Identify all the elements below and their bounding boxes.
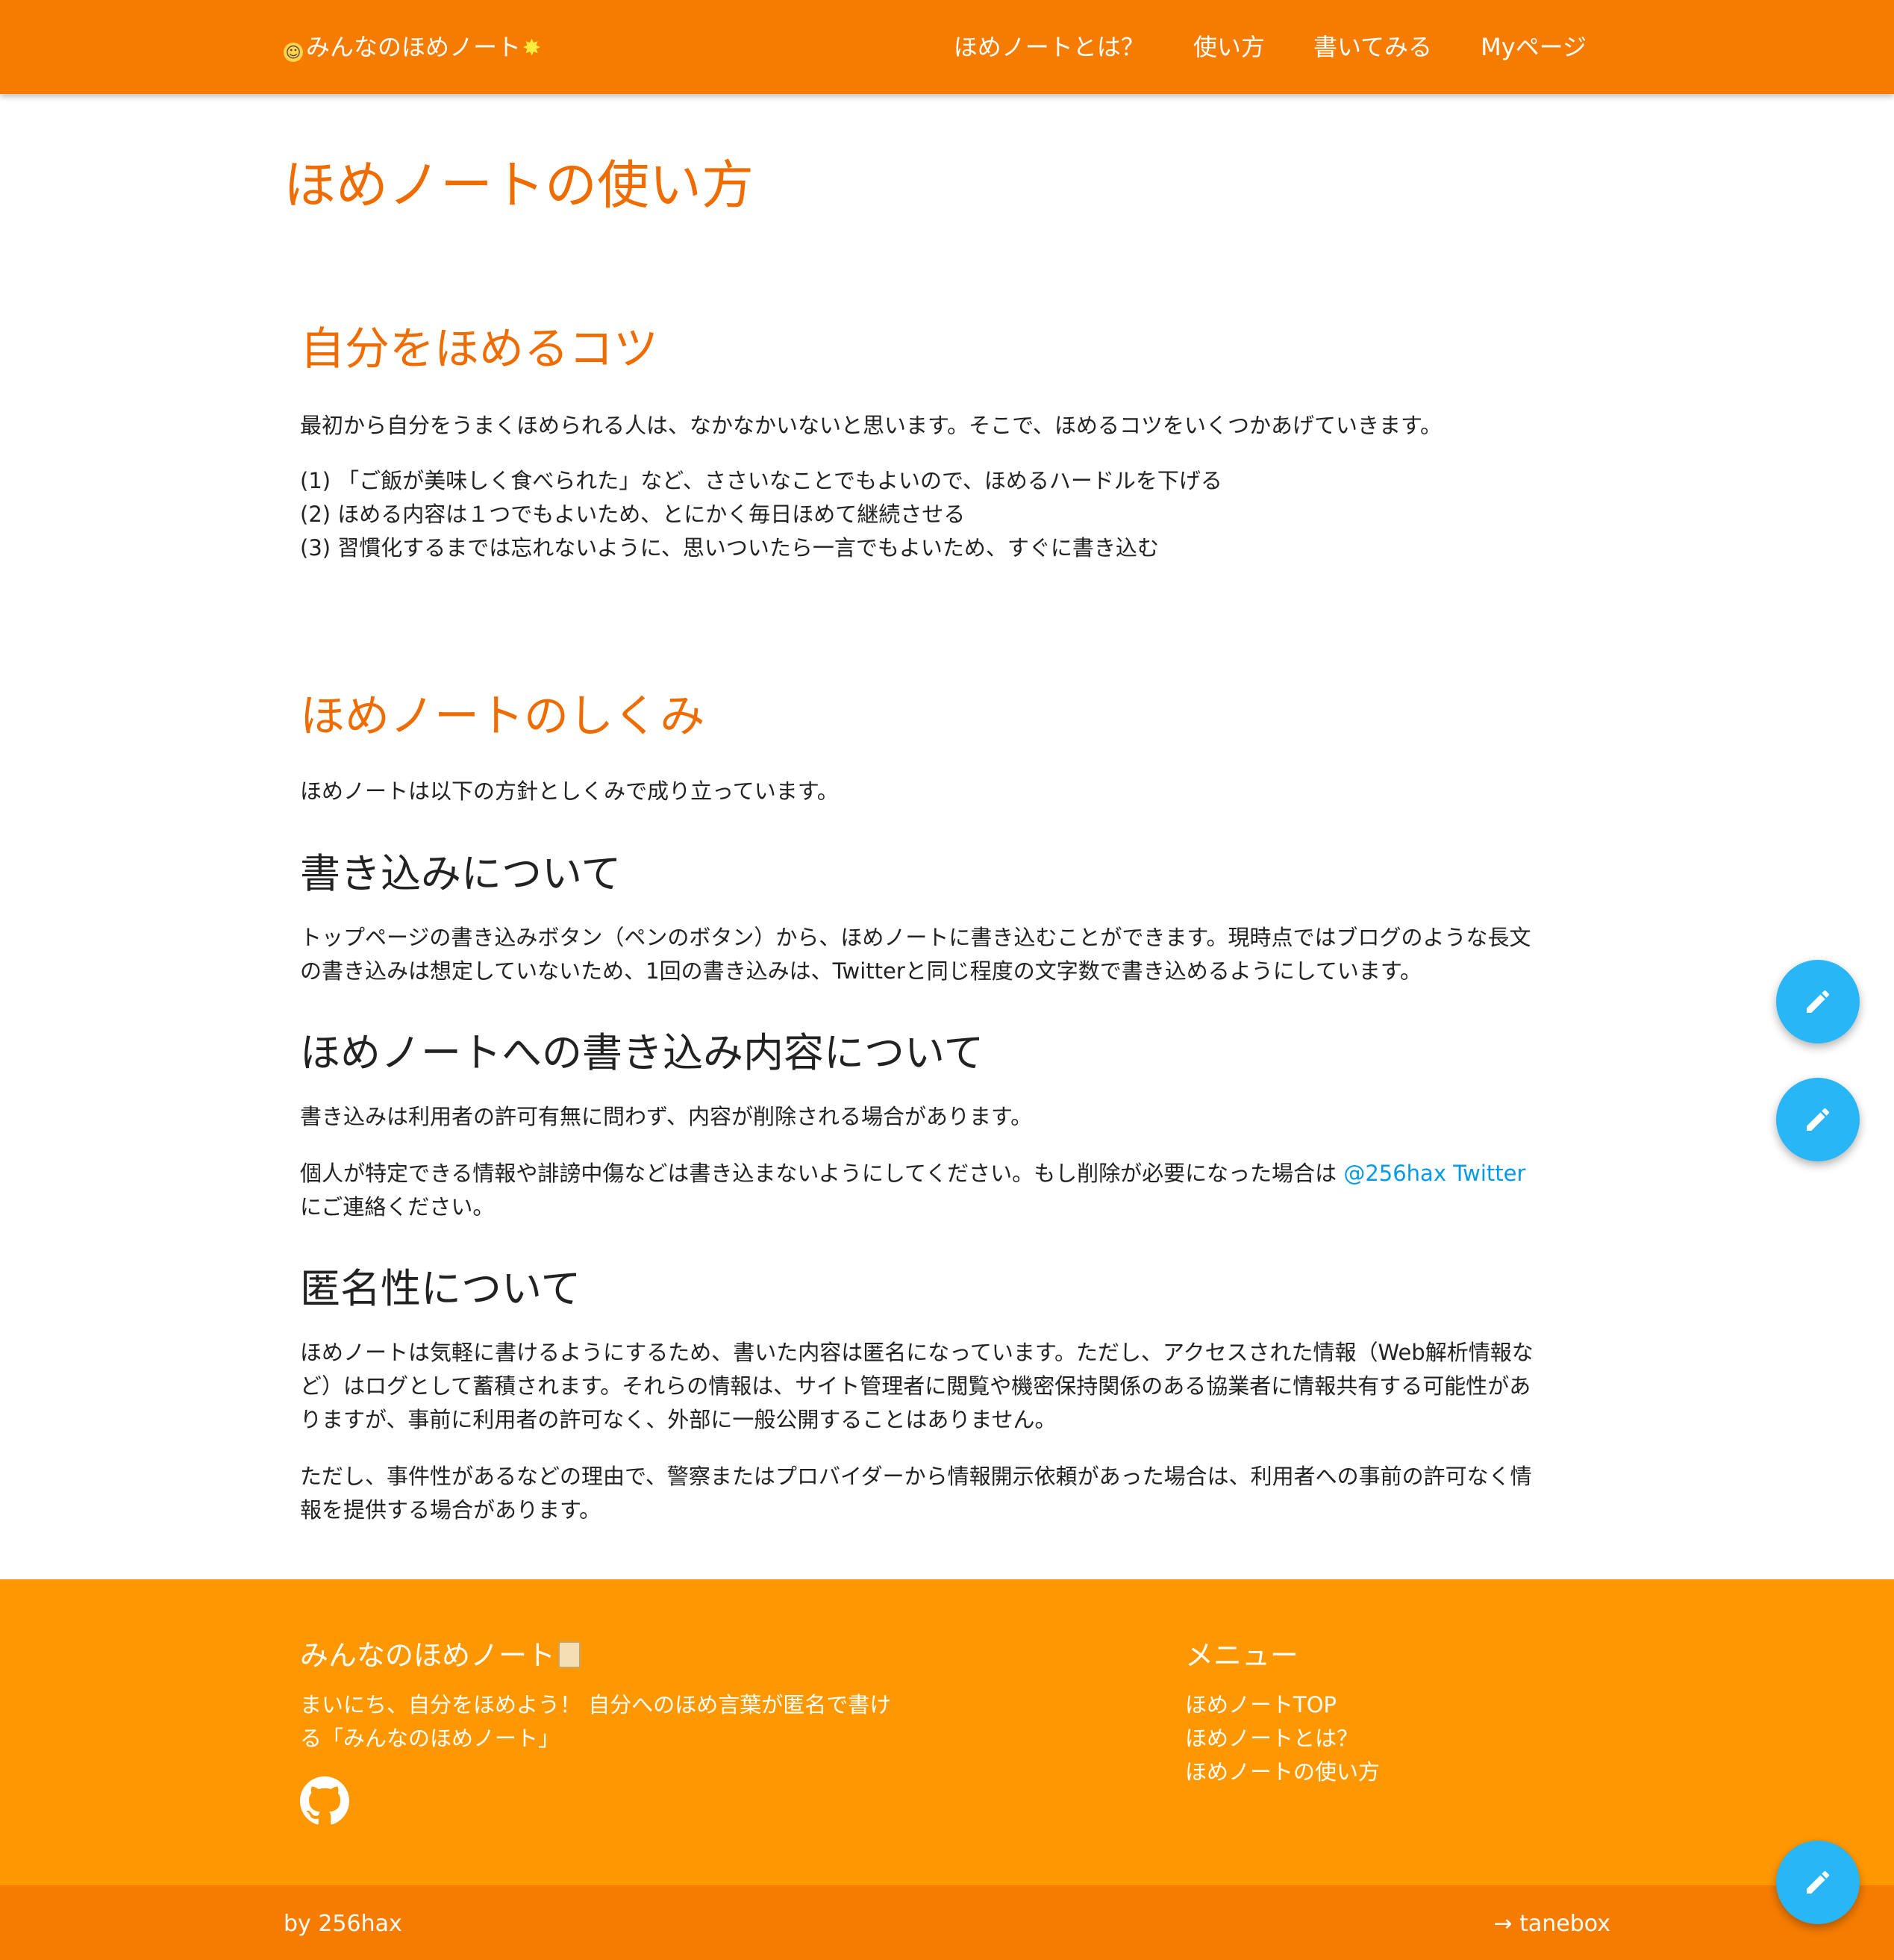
- footer: みんなのほめノート まいにち、自分をほめよう！ 自分へのほめ言葉が匿名で書け る…: [0, 1579, 1894, 1885]
- list-item: (3) 習慣化するまでは忘れないように、思いついたら一言でもよいため、すぐに書き…: [300, 535, 1159, 561]
- write-fab-button-partial: [1761, 1075, 1881, 1194]
- footer-title: みんなのほめノート: [300, 1635, 581, 1676]
- write-fab-button-bottom[interactable]: [1776, 1841, 1860, 1924]
- footer-menu: ほめノートTOP ほめノートとは？ ほめノートの使い方: [1185, 1688, 1380, 1789]
- author-credit: by 256hax: [284, 1911, 402, 1937]
- section-title-mechanism: ほめノートのしくみ: [300, 690, 705, 743]
- footer-description: まいにち、自分をほめよう！ 自分へのほめ言葉が匿名で書け る「みんなのほめノート…: [300, 1692, 892, 1751]
- anonymity-paragraph-2: ただし、事件性があるなどの理由で、警察またはプロバイダーから情報開示依頼があった…: [300, 1464, 1532, 1523]
- subsection-title-anonymity: 匿名性について: [300, 1265, 581, 1312]
- tanebox-link[interactable]: → tanebox: [1493, 1908, 1610, 1941]
- footer-link-usage[interactable]: ほめノートの使い方: [1185, 1755, 1380, 1789]
- page-title: ほめノートの使い方: [284, 155, 754, 216]
- writing-paragraph: トップページの書き込みボタン（ペンのボタン）から、ほめノートに書き込むことができ…: [300, 925, 1531, 984]
- subsection-title-content: ほめノートへの書き込み内容について: [300, 1029, 984, 1076]
- top-navbar: ☺ みんなのほめノート✸ ほめノートとは？ 使い方 書いてみる Myページ: [0, 0, 1894, 94]
- nav-link-about[interactable]: ほめノートとは？: [954, 30, 1145, 64]
- brand-title: みんなのほめノート: [306, 33, 522, 61]
- mechanism-intro: ほめノートは以下の方針としくみで成り立っています。: [300, 778, 839, 804]
- content-paragraph-1: 書き込みは利用者の許可有無に問わず、内容が削除される場合があります。: [300, 1104, 1033, 1129]
- nav-link-write[interactable]: 書いてみる: [1313, 30, 1432, 64]
- section-title-tips: 自分をほめるコツ: [300, 323, 658, 375]
- subsection-title-writing: 書き込みについて: [300, 850, 622, 897]
- pencil-icon: [1807, 1108, 1830, 1131]
- tips-intro: 最初から自分をうまくほめられる人は、なかなかいないと思います。そこで、ほめるコツ…: [300, 413, 1443, 438]
- nav-menu: ほめノートとは？ 使い方 書いてみる Myページ: [909, 30, 1587, 64]
- content-paragraph-2: 個人が特定できる情報や誹謗中傷などは書き込まないようにしてください。もし削除が必…: [300, 1161, 1526, 1220]
- book-icon: [558, 1641, 581, 1668]
- tips-list: (1) 「ご飯が美味しく食べられた」など、ささいなことでもよいので、ほめるハード…: [300, 464, 1584, 565]
- nav-link-mypage[interactable]: Myページ: [1481, 30, 1587, 64]
- write-fab-button-2[interactable]: [1776, 1078, 1860, 1161]
- smiling-face-icon: ☺: [284, 43, 303, 62]
- twitter-link[interactable]: @256hax Twitter: [1343, 1161, 1525, 1186]
- anonymity-paragraph-1: ほめノートは気軽に書けるようにするため、書いた内容は匿名になっています。ただし、…: [300, 1340, 1534, 1432]
- nav-link-usage[interactable]: 使い方: [1193, 30, 1265, 64]
- footer-link-about[interactable]: ほめノートとは？: [1185, 1722, 1380, 1755]
- github-icon[interactable]: [300, 1776, 349, 1826]
- footer-menu-title: メニュー: [1185, 1639, 1299, 1672]
- list-item: (2) ほめる内容は１つでもよいため、とにかく毎日ほめて継続させる: [300, 502, 966, 527]
- pencil-icon: [1807, 990, 1830, 1013]
- list-item: (1) 「ご飯が美味しく食べられた」など、ささいなことでもよいので、ほめるハード…: [300, 468, 1222, 493]
- brand-link[interactable]: ☺ みんなのほめノート✸: [284, 30, 541, 66]
- bottom-bar: by 256hax → tanebox: [0, 1885, 1894, 1960]
- glowing-star-icon: ✸: [522, 35, 542, 61]
- footer-link-top[interactable]: ほめノートTOP: [1185, 1688, 1380, 1722]
- pencil-icon: [1807, 1870, 1830, 1894]
- write-fab-button[interactable]: [1776, 960, 1860, 1043]
